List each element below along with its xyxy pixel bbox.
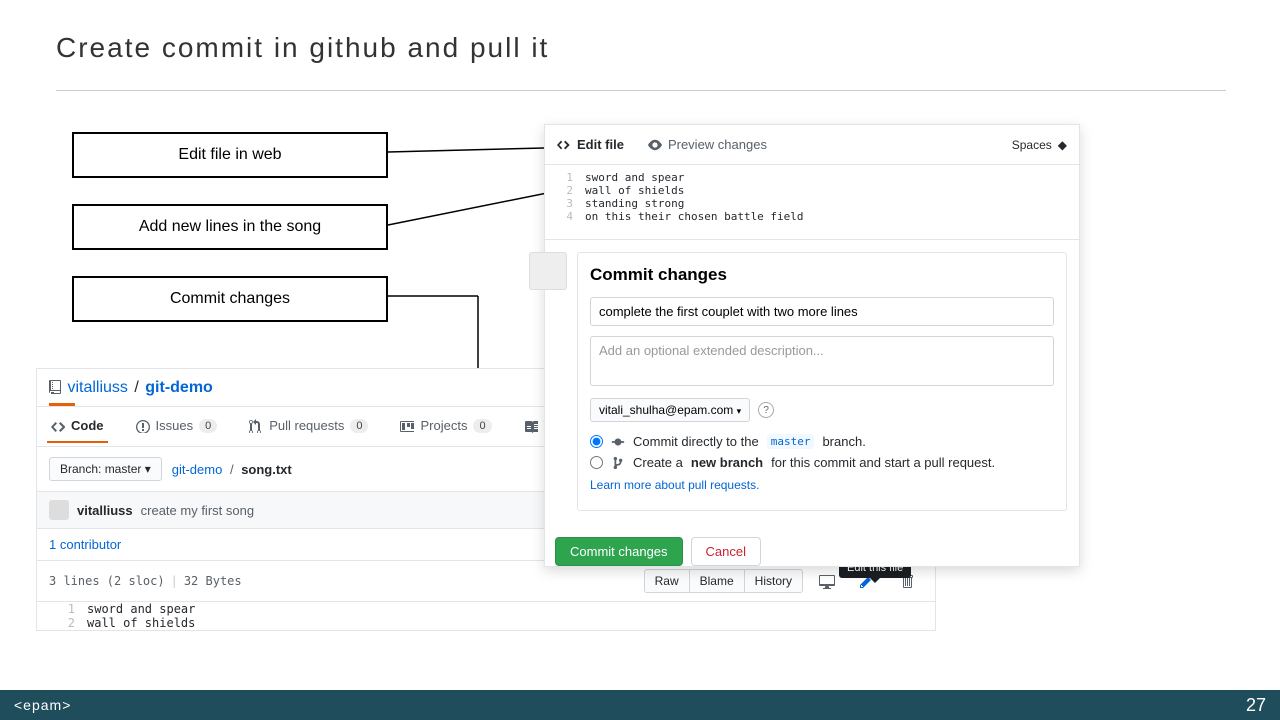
breadcrumb: git-demo / song.txt: [172, 462, 292, 477]
blob-toolbar: 3 lines (2 sloc) | 32 Bytes Raw Blame Hi…: [37, 561, 935, 602]
commit-panel: Commit changes Add an optional extended …: [545, 239, 1079, 523]
edit-tabs: Edit file Preview changes Spaces◆: [545, 125, 1079, 165]
tab-edit-label: Edit file: [577, 137, 624, 152]
radio-direct-text-post: branch.: [822, 434, 865, 449]
raw-button[interactable]: Raw: [644, 569, 690, 593]
slide-title: Create commit in github and pull it: [56, 32, 549, 64]
cancel-button[interactable]: Cancel: [691, 537, 761, 566]
code-line: 1sword and spear: [37, 602, 935, 616]
tab-preview-changes[interactable]: Preview changes: [648, 127, 767, 162]
issue-icon: [136, 419, 150, 433]
repo-link[interactable]: git-demo: [145, 379, 213, 396]
radio-direct-input[interactable]: [590, 435, 603, 448]
git-commit-icon: [611, 435, 625, 449]
page-number: 27: [1246, 695, 1266, 716]
tab-issues[interactable]: Issues 0: [132, 410, 222, 443]
commit-form: Commit changes Add an optional extended …: [577, 252, 1067, 511]
radio-new-text-bold: new branch: [691, 455, 763, 470]
tab-projects-label: Projects: [420, 418, 467, 433]
branch-tag: master: [767, 434, 815, 449]
tab-issues-label: Issues: [156, 418, 194, 433]
radio-commit-direct[interactable]: Commit directly to the master branch.: [590, 434, 1054, 449]
commit-changes-button[interactable]: Commit changes: [555, 537, 683, 566]
tab-code-label: Code: [71, 418, 104, 433]
blob-info-sep: |: [171, 574, 178, 588]
book-icon: [524, 419, 538, 433]
project-icon: [400, 419, 414, 433]
history-button[interactable]: History: [744, 569, 803, 593]
breadcrumb-file: song.txt: [241, 462, 292, 477]
repo-icon: [49, 380, 63, 394]
tab-pulls-label: Pull requests: [269, 418, 344, 433]
issues-count: 0: [199, 419, 217, 433]
editor-content[interactable]: 1sword and spear 2wall of shields 3stand…: [545, 165, 1079, 229]
blame-button[interactable]: Blame: [689, 569, 745, 593]
radio-new-input[interactable]: [590, 456, 603, 469]
author-email-select[interactable]: vitali_shulha@epam.com ▾: [590, 398, 750, 422]
github-edit-panel: Edit file Preview changes Spaces◆ 1sword…: [544, 124, 1080, 567]
callout-add-lines: Add new lines in the song: [72, 204, 388, 250]
commit-message: create my first song: [141, 503, 254, 518]
help-icon[interactable]: ?: [758, 402, 774, 418]
commit-author[interactable]: vitalliuss: [77, 503, 133, 518]
breadcrumb-sep: /: [230, 462, 234, 477]
callout-commit-changes: Commit changes: [72, 276, 388, 322]
tab-edit-file[interactable]: Edit file: [557, 127, 624, 162]
file-content: 1sword and spear 2wall of shields: [37, 602, 935, 630]
epam-logo: <epam>: [14, 697, 71, 713]
blob-info-bytes: 32 Bytes: [184, 574, 242, 588]
owner-link[interactable]: vitalliuss: [67, 379, 127, 396]
eye-icon: [648, 138, 662, 152]
commit-heading: Commit changes: [590, 265, 1054, 285]
author-email-row: vitali_shulha@epam.com ▾ ?: [590, 398, 1054, 422]
tab-preview-label: Preview changes: [668, 137, 767, 152]
radio-new-text-pre: Create a: [633, 455, 683, 470]
projects-count: 0: [473, 419, 491, 433]
avatar: [49, 500, 69, 520]
learn-more-link[interactable]: Learn more about pull requests.: [590, 478, 759, 492]
code-icon: [51, 419, 65, 433]
tab-projects[interactable]: Projects 0: [396, 410, 495, 443]
branch-select-button[interactable]: Branch: master ▾: [49, 457, 162, 481]
author-avatar: [529, 252, 567, 290]
pull-request-icon: [249, 419, 263, 433]
slide-footer: <epam> 27: [0, 690, 1280, 720]
blob-info-lines: 3 lines (2 sloc): [49, 574, 165, 588]
radio-new-text-post: for this commit and start a pull request…: [771, 455, 995, 470]
title-underline: [56, 90, 1226, 91]
radio-direct-text-pre: Commit directly to the: [633, 434, 759, 449]
pulls-count: 0: [350, 419, 368, 433]
commit-description-input[interactable]: Add an optional extended description...: [590, 336, 1054, 386]
indent-mode-select[interactable]: Spaces◆: [1012, 138, 1067, 152]
callout-edit-file: Edit file in web: [72, 132, 388, 178]
tab-code[interactable]: Code: [47, 410, 108, 443]
breadcrumb-repo-link[interactable]: git-demo: [172, 462, 223, 477]
code-icon: [557, 138, 571, 152]
code-line: 2wall of shields: [37, 616, 935, 630]
radio-new-branch[interactable]: Create a new branch for this commit and …: [590, 455, 1054, 492]
commit-actions: Commit changes Cancel: [545, 537, 1079, 566]
commit-title-input[interactable]: [590, 297, 1054, 326]
git-branch-icon: [611, 456, 625, 470]
tab-pull-requests[interactable]: Pull requests 0: [245, 410, 372, 443]
